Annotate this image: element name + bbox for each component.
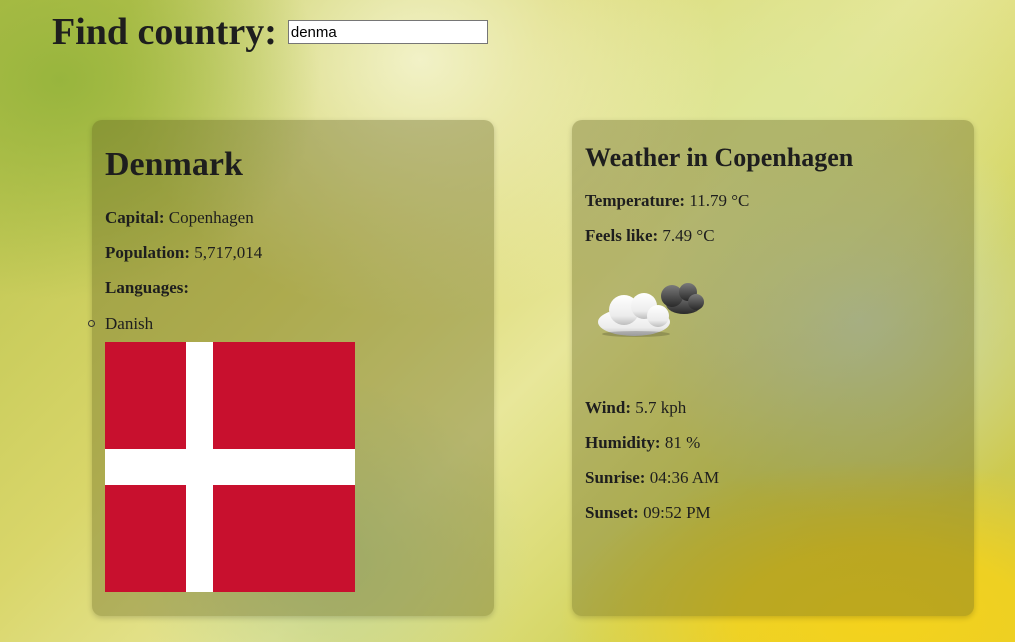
- language-name: Danish: [105, 314, 154, 333]
- country-card: Denmark Capital: Copenhagen Population: …: [88, 120, 494, 616]
- humidity-row: Humidity: 81 %: [585, 432, 700, 454]
- sunset-label: Sunset:: [585, 503, 639, 522]
- feels-like-label: Feels like:: [585, 226, 659, 245]
- wind-value: 5.7 kph: [635, 398, 687, 417]
- humidity-label: Humidity:: [585, 433, 661, 452]
- languages-list: Danish: [88, 313, 154, 335]
- country-search-input[interactable]: [287, 20, 488, 44]
- sunrise-value: 04:36 AM: [649, 468, 720, 487]
- population-row: Population: 5,717,014: [105, 242, 262, 264]
- sunrise-row: Sunrise: 04:36 AM: [585, 467, 719, 489]
- weather-card: Weather in Copenhagen Temperature: 11.79…: [572, 120, 974, 616]
- circle-bullet-icon: [88, 320, 95, 327]
- search-bar: Find country:: [52, 8, 488, 56]
- humidity-value: 81 %: [664, 433, 701, 452]
- capital-row: Capital: Copenhagen: [105, 207, 254, 229]
- flag-cross-horizontal: [105, 449, 355, 485]
- population-value: 5,717,014: [194, 243, 263, 262]
- feels-like-value: 7.49 °C: [662, 226, 715, 245]
- temperature-label: Temperature:: [585, 191, 686, 210]
- sunrise-label: Sunrise:: [585, 468, 646, 487]
- flag-denmark-icon: [105, 342, 355, 592]
- search-label: Find country:: [52, 11, 277, 53]
- capital-value: Copenhagen: [168, 208, 254, 227]
- wind-row: Wind: 5.7 kph: [585, 397, 686, 419]
- capital-label: Capital:: [105, 208, 165, 227]
- feels-like-row: Feels like: 7.49 °C: [585, 225, 715, 247]
- temperature-value: 11.79 °C: [689, 191, 750, 210]
- country-name: Denmark: [105, 146, 243, 183]
- sunset-value: 09:52 PM: [643, 503, 711, 522]
- languages-row: Languages:: [105, 277, 189, 299]
- temperature-row: Temperature: 11.79 °C: [585, 190, 749, 212]
- partly-cloudy-icon: [598, 283, 704, 337]
- sunset-row: Sunset: 09:52 PM: [585, 502, 711, 524]
- population-label: Population:: [105, 243, 191, 262]
- weather-title: Weather in Copenhagen: [585, 143, 854, 172]
- wind-label: Wind:: [585, 398, 631, 417]
- languages-label: Languages:: [105, 278, 190, 297]
- list-item: Danish: [88, 313, 154, 335]
